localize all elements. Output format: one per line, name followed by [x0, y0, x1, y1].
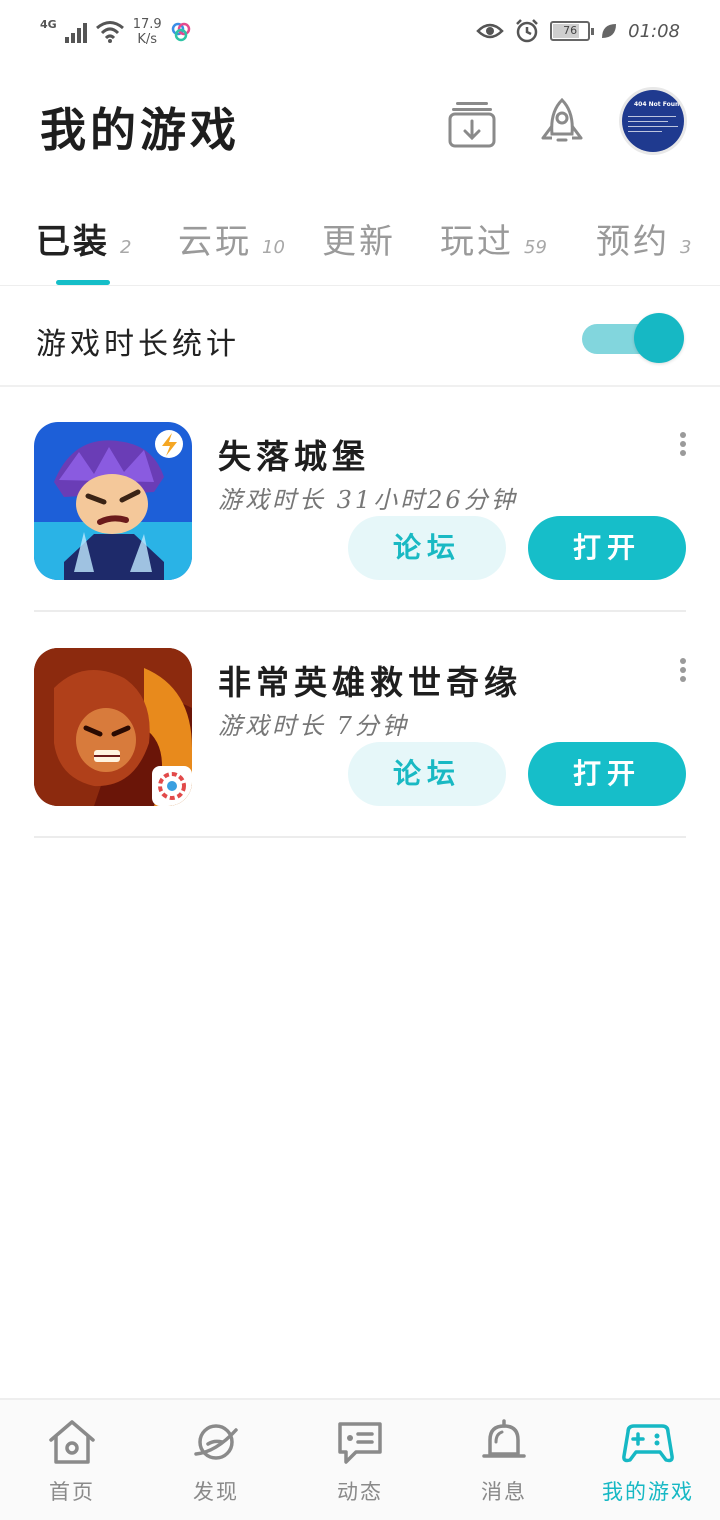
download-tray-icon[interactable]: [442, 94, 502, 154]
nav-item-my-games[interactable]: 我的游戏: [576, 1418, 720, 1518]
gamepad-icon: [622, 1424, 674, 1463]
open-button[interactable]: 打开: [528, 742, 686, 806]
page-title: 我的游戏: [40, 103, 240, 157]
playtime-stats-row: 游戏时长统计: [0, 287, 720, 387]
more-options-icon[interactable]: [680, 432, 686, 456]
tab-played[interactable]: 玩过 59: [440, 214, 547, 263]
status-bar: 4G 17.9 K/s 76 01:08: [0, 0, 720, 62]
avatar[interactable]: 404 Not Found: [622, 90, 684, 152]
nav-item-feed[interactable]: 动态: [288, 1418, 432, 1518]
game-playtime: 游戏时长 7分钟: [218, 712, 409, 740]
signal-icon: [64, 21, 87, 43]
forum-button[interactable]: 论坛: [348, 516, 506, 580]
page-header: 我的游戏 404 Not Found: [0, 80, 720, 180]
playtime-stats-toggle[interactable]: [580, 313, 684, 363]
app-notification-icon: [171, 22, 190, 42]
tab-installed[interactable]: 已装 2: [36, 214, 131, 263]
nav-item-messages[interactable]: 消息: [432, 1418, 576, 1518]
alarm-icon: [516, 19, 539, 43]
tab-updates[interactable]: 更新: [322, 214, 406, 263]
battery-icon: 76: [550, 21, 595, 41]
status-time: 01:08: [628, 20, 680, 42]
network-type: 4G: [40, 17, 57, 31]
category-tabs: 已装 2 云玩 10 更新 玩过 59 预约 3: [0, 200, 720, 286]
nav-item-discover[interactable]: 发现: [144, 1418, 288, 1518]
planet-icon: [194, 1424, 238, 1460]
tab-indicator: [56, 280, 110, 285]
leaf-icon: [602, 24, 617, 38]
game-card[interactable]: 失落城堡 游戏时长 31小时26分钟 论坛 打开: [34, 388, 686, 612]
game-name: 失落城堡: [218, 437, 370, 476]
home-icon: [49, 1420, 95, 1464]
more-options-icon[interactable]: [680, 658, 686, 682]
bell-icon: [482, 1419, 526, 1458]
forum-button[interactable]: 论坛: [348, 742, 506, 806]
game-playtime: 游戏时长 31小时26分钟: [218, 486, 518, 514]
chat-feed-icon: [338, 1422, 382, 1464]
open-button[interactable]: 打开: [528, 516, 686, 580]
tab-cloud-play[interactable]: 云玩 10: [178, 214, 285, 263]
game-icon-lost-castle: [34, 422, 192, 580]
tab-reserved[interactable]: 预约 3: [596, 214, 691, 263]
network-speed: 17.9 K/s: [132, 17, 162, 47]
game-icon-extraordinary-heroes: [34, 648, 192, 806]
nav-item-home[interactable]: 首页: [0, 1418, 144, 1518]
game-card[interactable]: 非常英雄救世奇缘 游戏时长 7分钟 论坛 打开: [34, 614, 686, 838]
game-name: 非常英雄救世奇缘: [218, 663, 522, 702]
playtime-stats-label: 游戏时长统计: [36, 327, 240, 362]
eye-comfort-icon: [476, 23, 504, 39]
rocket-icon[interactable]: [532, 94, 592, 154]
wifi-icon: [95, 21, 124, 43]
bottom-navigation: 首页 发现 动态 消息 我的游戏: [0, 1398, 720, 1520]
